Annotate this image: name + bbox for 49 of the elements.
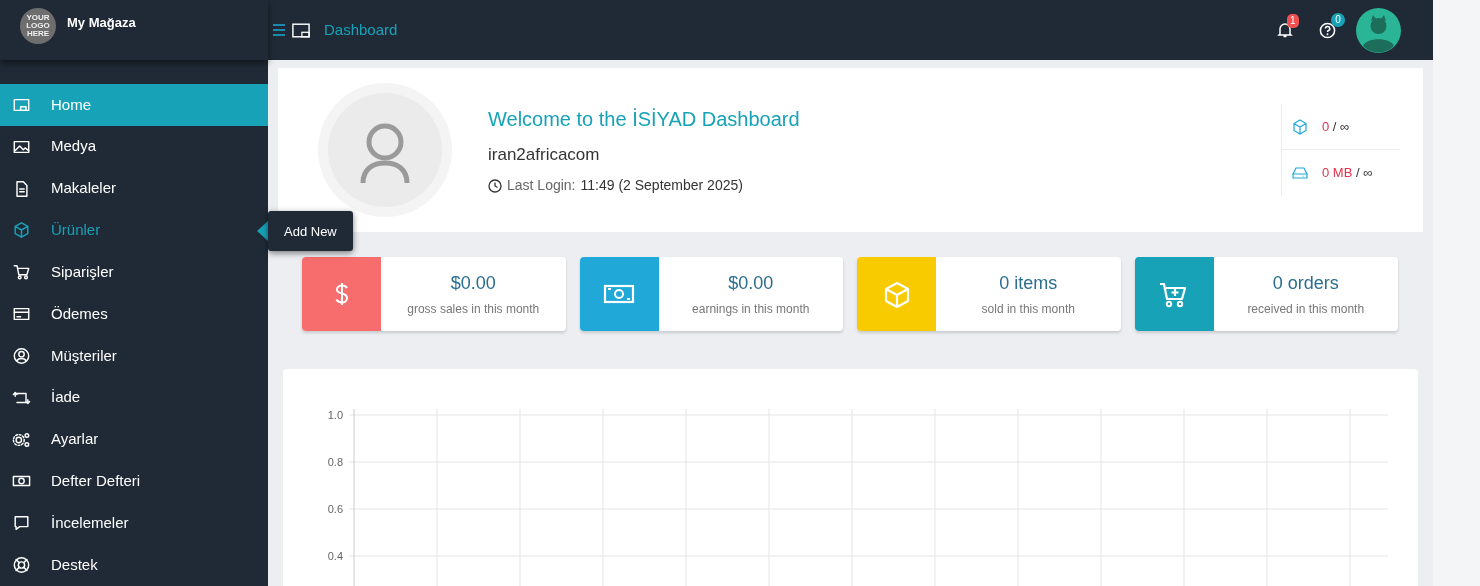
last-login-value: 11:49 (2 September 2025): [580, 176, 743, 196]
monitor-icon: [292, 22, 310, 38]
stat-caption: gross sales in this month: [407, 301, 540, 318]
cube-icon: [12, 221, 31, 240]
welcome-title: Welcome to the İSİYAD Dashboard: [488, 106, 801, 132]
stat-caption: earnings in this month: [692, 301, 810, 318]
stat-value: $0.00: [450, 272, 496, 295]
menu-icon[interactable]: [272, 24, 286, 36]
usage-quota: 0 / ∞: [1322, 117, 1350, 136]
hard-drive-icon: [1292, 165, 1308, 181]
sidebar-item[interactable]: İncelemeler: [0, 502, 268, 545]
usage-quota: 0 MB / ∞: [1322, 164, 1373, 183]
speech-bubble-icon: [12, 514, 31, 533]
sidebar-item[interactable]: Siparişler: [0, 251, 268, 294]
store-name: My Mağaza: [67, 14, 136, 33]
y-tick-label: 0.6: [327, 503, 343, 515]
last-login-label: Last Login:: [507, 176, 576, 196]
sidebar-item[interactable]: Ayarlar: [0, 418, 268, 461]
stat-value: $0.00: [728, 272, 774, 295]
y-tick-label: 1.0: [327, 409, 343, 421]
tooltip-arrow-icon: [257, 221, 268, 242]
page-title: Dashboard: [324, 19, 398, 40]
sidebar-item[interactable]: Ödemes: [0, 293, 268, 335]
clock-icon: [488, 178, 502, 193]
avatar-icon[interactable]: [1356, 7, 1401, 53]
stat-value: 0 items: [999, 272, 1058, 295]
notification-badge: 1: [1287, 14, 1299, 28]
stat-caption: sold in this month: [981, 301, 1075, 318]
y-tick-label: 0.8: [327, 456, 343, 468]
sidebar-item[interactable]: Defter Defteri: [0, 460, 268, 503]
user-circle-icon: [12, 346, 31, 365]
user-avatar-icon: [328, 93, 442, 207]
stat-caption: received in this month: [1247, 301, 1365, 318]
sidebar-item[interactable]: Müşteriler: [0, 334, 268, 377]
cube-icon: [1292, 118, 1308, 135]
sidebar-item[interactable]: Makaleler: [0, 167, 268, 210]
gears-icon: [12, 430, 31, 449]
sidebar-item[interactable]: Destek: [0, 544, 268, 586]
cart-icon: [12, 263, 31, 282]
y-tick-label: 0.4: [327, 550, 343, 562]
help-icon[interactable]: [1319, 21, 1336, 39]
lifebuoy-icon: [12, 556, 31, 574]
sidebar-item[interactable]: Medya: [0, 125, 268, 168]
stat-value: 0 orders: [1272, 272, 1339, 295]
tooltip: Add New: [268, 211, 353, 252]
dollar-icon: [334, 282, 349, 306]
bell-icon[interactable]: [1277, 22, 1293, 38]
username: iran2africacom: [488, 143, 601, 166]
sidebar-item[interactable]: İade: [0, 376, 268, 419]
